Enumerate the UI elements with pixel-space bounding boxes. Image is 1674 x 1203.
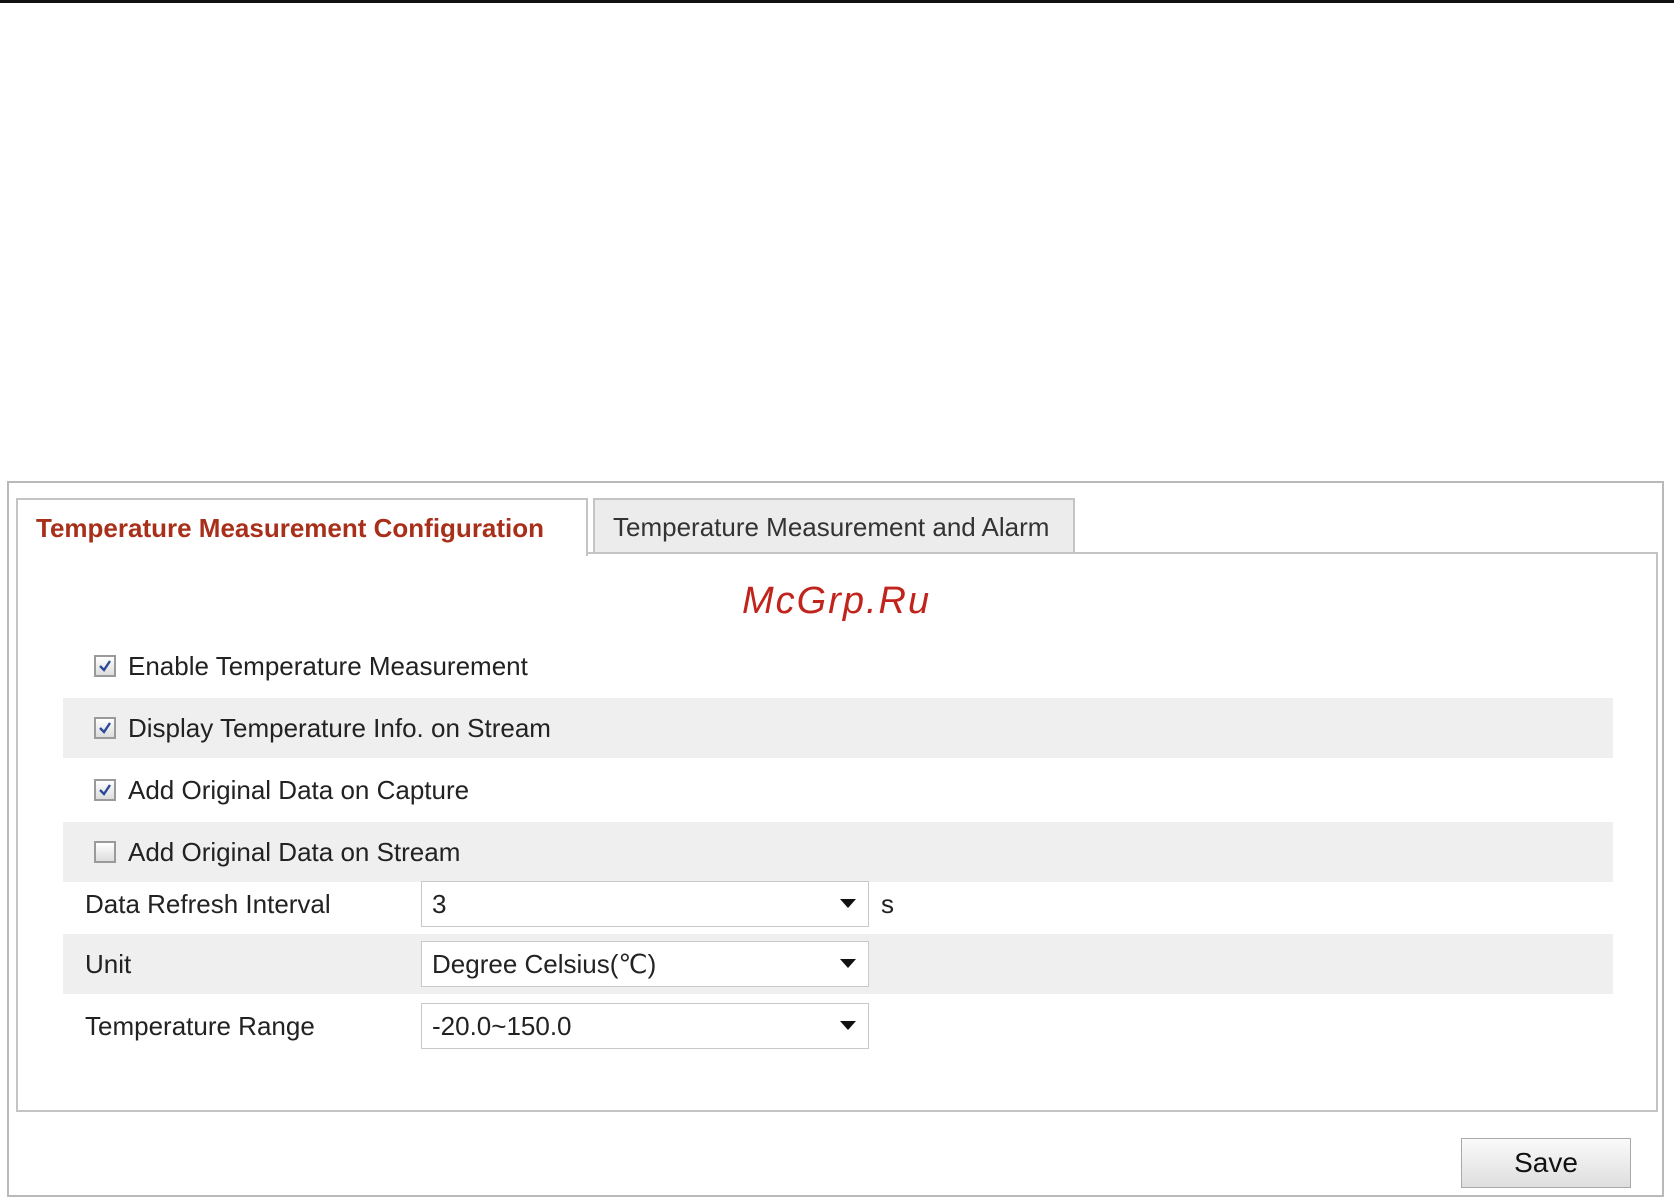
dropdown-arrow-icon	[840, 1021, 856, 1030]
temperature-range-label: Temperature Range	[85, 1010, 315, 1041]
dropdown-arrow-icon	[840, 959, 856, 968]
unit-label: Unit	[85, 948, 132, 979]
enable-measurement-checkbox[interactable]	[94, 655, 116, 677]
display-info-label: Display Temperature Info. on Stream	[128, 712, 551, 743]
option-row-data-capture: Add Original Data on Capture	[63, 760, 1613, 820]
original-data-stream-checkbox[interactable]	[94, 841, 116, 863]
refresh-interval-unit: s	[881, 888, 894, 919]
field-row-refresh-interval: Data Refresh Interval 3 s	[63, 874, 1613, 934]
option-row-enable-measurement: Enable Temperature Measurement	[63, 636, 1613, 696]
save-button[interactable]: Save	[1461, 1138, 1631, 1188]
temperature-range-value: -20.0~150.0	[432, 1010, 572, 1041]
field-row-temperature-range: Temperature Range -20.0~150.0	[63, 996, 1613, 1056]
unit-select[interactable]: Degree Celsius(℃)	[421, 941, 869, 987]
option-row-data-stream: Add Original Data on Stream	[63, 822, 1613, 882]
original-data-stream-label: Add Original Data on Stream	[128, 836, 461, 867]
tab-temperature-measurement-and-alarm[interactable]: Temperature Measurement and Alarm	[593, 498, 1075, 554]
top-rule	[0, 0, 1674, 3]
tab-temperature-measurement-configuration[interactable]: Temperature Measurement Configuration	[16, 498, 588, 556]
refresh-interval-select[interactable]: 3	[421, 881, 869, 927]
watermark: McGrp.Ru	[742, 580, 932, 622]
original-data-capture-label: Add Original Data on Capture	[128, 774, 470, 805]
display-info-checkbox[interactable]	[94, 717, 116, 739]
checkmark-icon	[99, 784, 111, 796]
enable-measurement-label: Enable Temperature Measurement	[128, 650, 528, 681]
field-row-unit: Unit Degree Celsius(℃)	[63, 934, 1613, 994]
temperature-range-select[interactable]: -20.0~150.0	[421, 1003, 869, 1049]
unit-value: Degree Celsius(℃)	[432, 948, 657, 979]
dropdown-arrow-icon	[840, 899, 856, 908]
refresh-interval-value: 3	[432, 888, 447, 919]
checkmark-icon	[99, 722, 111, 734]
original-data-capture-checkbox[interactable]	[94, 779, 116, 801]
checkmark-icon	[99, 660, 111, 672]
option-row-display-info: Display Temperature Info. on Stream	[63, 698, 1613, 758]
refresh-interval-label: Data Refresh Interval	[85, 888, 331, 919]
